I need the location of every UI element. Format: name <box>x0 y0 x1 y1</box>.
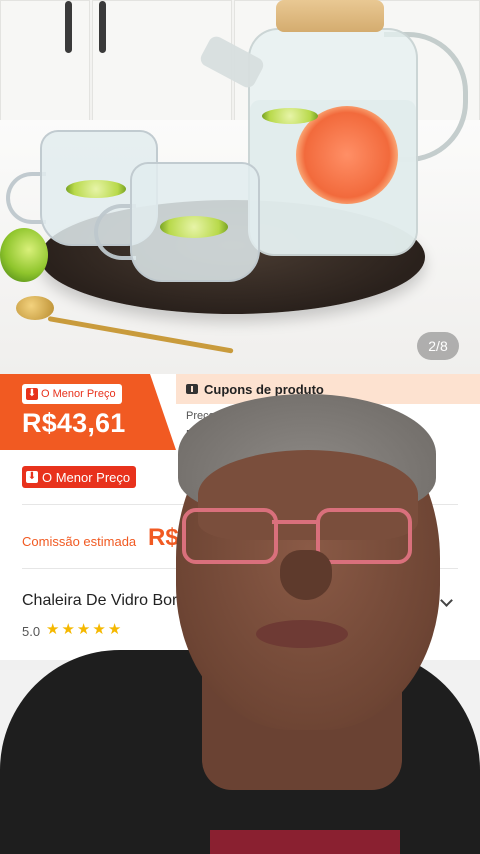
lime-slice <box>66 180 126 198</box>
original-price-label: Preço original <box>186 410 254 422</box>
cabinet-handle <box>65 1 72 53</box>
product-coupons[interactable]: Cupons de produto <box>176 374 480 404</box>
arrow-down-icon: ⬇ <box>26 471 38 483</box>
product-title[interactable]: Chaleira De Vidro Boro <box>22 592 186 610</box>
lime-slice <box>262 108 318 124</box>
price-banner: ⬇ O Menor Preço R$43,61 Cupons de produt… <box>0 374 480 450</box>
lowest-price-tag: ⬇ O Menor Preço <box>22 384 122 404</box>
chevron-down-icon[interactable] <box>440 594 453 607</box>
coupon-label: Cupons de produto <box>204 381 324 397</box>
lime-slice <box>160 216 228 238</box>
rating-value: 5.0 <box>22 624 41 639</box>
product-details: ⬇ O Menor Preço Comissão estimada R$2 Ch… <box>0 450 480 660</box>
image-page-indicator: 2/8 <box>417 332 459 360</box>
lowest-price-badge-label: O Menor Preço <box>42 469 131 485</box>
star-icon: ★ <box>92 621 106 638</box>
cabinet-door <box>0 0 90 130</box>
title-ellipsis: ... <box>420 592 434 609</box>
screen: 2/8 ⬇ O Menor Preço R$43,61 Cupons de pr… <box>0 0 480 854</box>
commission-label: Comissão estimada <box>22 534 137 549</box>
product-image[interactable]: 2/8 <box>0 0 480 374</box>
commission-value: R$2 <box>148 524 193 551</box>
presenter-torso <box>0 650 480 854</box>
lime-half <box>0 228 48 282</box>
presenter-shirt <box>210 830 400 854</box>
lowest-price-badge: ⬇ O Menor Preço <box>22 466 137 488</box>
arrow-down-icon: ⬇ <box>26 388 38 400</box>
star-icon: ★ <box>46 621 60 638</box>
divider <box>22 568 458 569</box>
star-icon: ★ <box>107 621 122 638</box>
lowest-price-tag-label: O Menor Preço <box>41 388 116 400</box>
star-icon: ★ <box>61 621 75 638</box>
current-price: R$43,61 <box>22 408 126 438</box>
price-panel: ⬇ O Menor Preço R$43,61 <box>0 374 176 450</box>
ticket-icon <box>186 384 198 394</box>
cabinet-handle <box>99 1 106 53</box>
bamboo-lid <box>276 0 384 32</box>
original-price-value: R$45 <box>186 427 218 442</box>
divider <box>22 504 458 505</box>
star-icon: ★ <box>76 621 91 638</box>
section-gap <box>0 660 480 670</box>
rating-stars: ★ ★ ★ ★ ★ <box>46 620 121 638</box>
